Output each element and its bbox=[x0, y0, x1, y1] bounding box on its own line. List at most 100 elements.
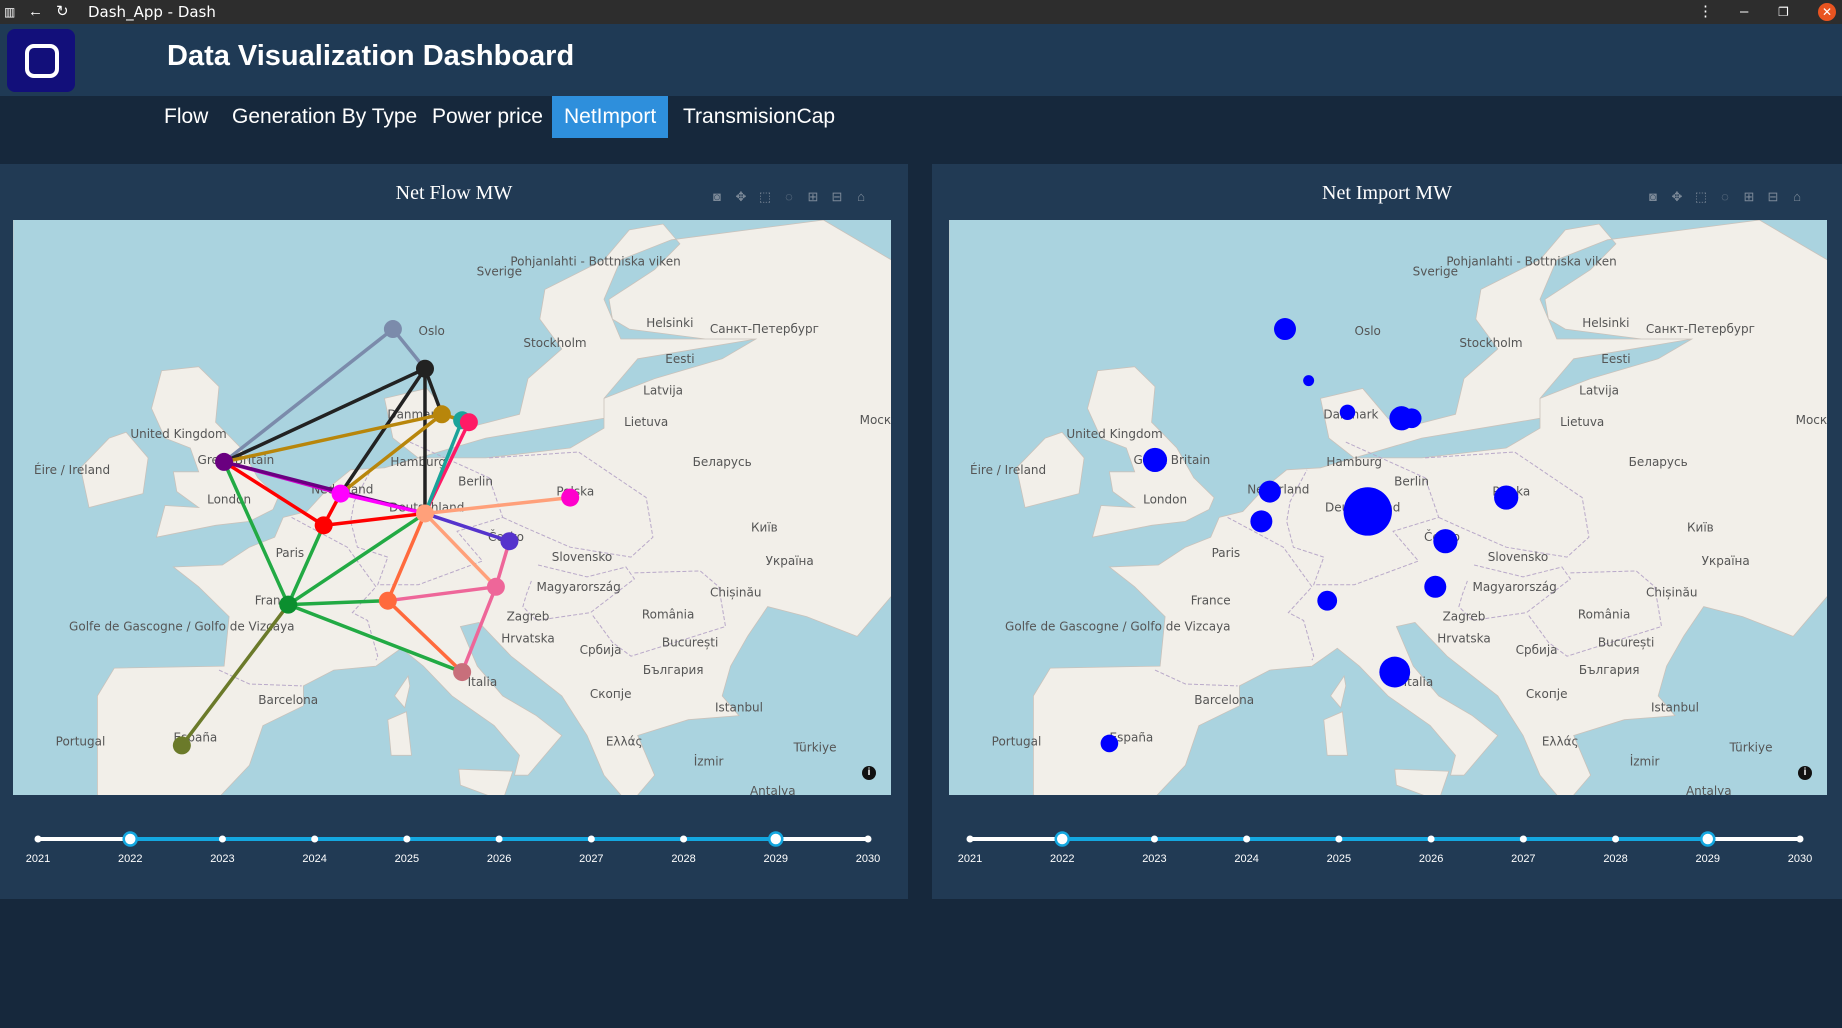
import-bubble[interactable] bbox=[1424, 575, 1447, 598]
map-place-label: Antalya bbox=[1686, 784, 1732, 795]
import-bubble[interactable] bbox=[1250, 510, 1273, 533]
flow-node[interactable] bbox=[486, 577, 505, 596]
flow-node[interactable] bbox=[415, 504, 434, 523]
lasso-icon[interactable]: ◌ bbox=[1714, 188, 1736, 206]
tab-flow[interactable]: Flow bbox=[152, 96, 220, 138]
flow-node[interactable] bbox=[279, 595, 298, 614]
home-icon[interactable]: ⌂ bbox=[850, 188, 872, 206]
year-range-slider[interactable]: 2021 2022 2023 2024 2025 2026 2027 2028 2029 2030 bbox=[952, 824, 1822, 874]
map-place-label: Eesti bbox=[665, 352, 694, 366]
flow-node[interactable] bbox=[415, 359, 434, 378]
flow-node[interactable] bbox=[314, 516, 333, 535]
import-bubble[interactable] bbox=[1317, 590, 1338, 611]
slider-handle[interactable] bbox=[1054, 831, 1070, 847]
tab-power-price[interactable]: Power price bbox=[420, 96, 555, 138]
map-place-label: Київ bbox=[1687, 520, 1714, 534]
info-icon[interactable]: i bbox=[862, 766, 876, 780]
restore-icon[interactable]: ❐ bbox=[1778, 0, 1789, 24]
slider-svg[interactable]: 2021 2022 2023 2024 2025 2026 2027 2028 2029 2030 bbox=[20, 824, 890, 874]
flow-node[interactable] bbox=[172, 736, 191, 755]
kebab-menu-icon[interactable]: ⋮ bbox=[1698, 0, 1713, 24]
map-place-label: Hamburg bbox=[1326, 455, 1382, 469]
camera-icon[interactable]: ◙ bbox=[1642, 188, 1664, 206]
flow-node[interactable] bbox=[561, 488, 580, 507]
zoom-out-icon[interactable]: ⊟ bbox=[826, 188, 848, 206]
map-place-label: United Kingdom bbox=[1066, 427, 1162, 441]
import-bubble[interactable] bbox=[1303, 375, 1315, 387]
tab-netimport[interactable]: NetImport bbox=[552, 96, 669, 138]
zoom-out-icon[interactable]: ⊟ bbox=[1762, 188, 1784, 206]
tab-transmisioncap[interactable]: TransmisionCap bbox=[671, 96, 847, 138]
map-place-label: Chișinău bbox=[1646, 586, 1697, 600]
camera-icon[interactable]: ◙ bbox=[706, 188, 728, 206]
info-icon[interactable]: i bbox=[1798, 766, 1812, 780]
net-import-map[interactable]: Sverige Pohjanlahti - Bottniska viken Oslo… bbox=[949, 220, 1827, 795]
map-place-label: България bbox=[1579, 663, 1640, 677]
zoom-in-icon[interactable]: ⊞ bbox=[802, 188, 824, 206]
reload-icon[interactable]: ↻ bbox=[56, 0, 69, 24]
slider-year-label: 2027 bbox=[1511, 853, 1535, 865]
home-icon[interactable]: ⌂ bbox=[1786, 188, 1808, 206]
import-bubble[interactable] bbox=[1401, 408, 1422, 429]
slider-handle[interactable] bbox=[768, 831, 784, 847]
flow-node[interactable] bbox=[459, 413, 478, 432]
import-bubble[interactable] bbox=[1142, 447, 1168, 473]
slider-dot bbox=[495, 835, 503, 843]
import-bubble[interactable] bbox=[1274, 318, 1297, 341]
slider-handle[interactable] bbox=[1700, 831, 1716, 847]
flow-node[interactable] bbox=[378, 591, 397, 610]
net-import-svg[interactable]: SverigePohjanlahti - Bottniska vikenOslo… bbox=[949, 220, 1827, 795]
import-bubble[interactable] bbox=[1494, 485, 1519, 510]
tab-generation-by-type[interactable]: Generation By Type bbox=[220, 96, 429, 138]
box-select-icon[interactable]: ⬚ bbox=[754, 188, 776, 206]
close-icon[interactable]: ✕ bbox=[1818, 3, 1836, 21]
slider-handle[interactable] bbox=[122, 831, 138, 847]
slider-year-label: 2023 bbox=[1142, 853, 1166, 865]
logo-ring-icon bbox=[25, 44, 59, 78]
map-place-label: Lietuva bbox=[1560, 415, 1604, 429]
map-place-label: Istanbul bbox=[715, 701, 763, 715]
window-titlebar: ▥ ← ↻ Dash_App - Dash ⋮ – ❐ ✕ bbox=[0, 0, 1842, 24]
map-place-label: Україна bbox=[766, 554, 814, 568]
slider-year-label: 2030 bbox=[1788, 853, 1812, 865]
map-place-label: București bbox=[1598, 635, 1654, 649]
slider-year-label: 2026 bbox=[487, 853, 511, 865]
modebar: ◙ ✥ ⬚ ◌ ⊞ ⊟ ⌂ bbox=[1642, 188, 1810, 206]
map-place-label: Helsinki bbox=[1582, 316, 1629, 330]
import-bubble[interactable] bbox=[1339, 404, 1356, 421]
flow-node[interactable] bbox=[331, 484, 350, 503]
flow-node[interactable] bbox=[432, 405, 451, 424]
map-place-label: Oslo bbox=[1355, 324, 1381, 338]
import-bubble[interactable] bbox=[1258, 480, 1281, 503]
map-place-label: Србија bbox=[580, 643, 622, 657]
slider-dot bbox=[680, 835, 688, 843]
import-bubble[interactable] bbox=[1343, 487, 1392, 536]
pan-icon[interactable]: ✥ bbox=[730, 188, 752, 206]
net-flow-svg[interactable]: SverigePohjanlahti - Bottniska vikenOslo… bbox=[13, 220, 891, 795]
slider-year-label: 2021 bbox=[958, 853, 982, 865]
back-arrow-icon[interactable]: ← bbox=[28, 0, 43, 24]
slider-svg[interactable]: 2021 2022 2023 2024 2025 2026 2027 2028 2029 2030 bbox=[952, 824, 1822, 874]
map-place-label: Türkiye bbox=[793, 740, 837, 754]
window-title: Dash_App - Dash bbox=[88, 3, 216, 21]
box-select-icon[interactable]: ⬚ bbox=[1690, 188, 1712, 206]
zoom-in-icon[interactable]: ⊞ bbox=[1738, 188, 1760, 206]
lasso-icon[interactable]: ◌ bbox=[778, 188, 800, 206]
import-bubble[interactable] bbox=[1379, 656, 1411, 688]
slider-year-label: 2021 bbox=[26, 853, 50, 865]
map-place-label: Скопје bbox=[590, 687, 632, 701]
slider-year-label: 2028 bbox=[671, 853, 695, 865]
flow-node[interactable] bbox=[383, 320, 402, 339]
pan-icon[interactable]: ✥ bbox=[1666, 188, 1688, 206]
modebar: ◙ ✥ ⬚ ◌ ⊞ ⊟ ⌂ bbox=[706, 188, 874, 206]
import-bubble[interactable] bbox=[1100, 734, 1119, 753]
flow-node[interactable] bbox=[500, 532, 519, 551]
net-flow-map[interactable]: Sverige Pohjanlahti - Bottniska viken Oslo… bbox=[13, 220, 891, 795]
minimize-icon[interactable]: – bbox=[1740, 0, 1748, 24]
import-bubble[interactable] bbox=[1433, 529, 1458, 554]
map-place-label: Barcelona bbox=[1194, 693, 1254, 707]
year-range-slider[interactable]: 2021 2022 2023 2024 2025 2026 2027 2028 2029 2030 bbox=[20, 824, 890, 874]
flow-node[interactable] bbox=[215, 452, 234, 471]
net-flow-panel: Net Flow MW ◙ ✥ ⬚ ◌ ⊞ ⊟ ⌂ Sverige Pohjanlahti -… bbox=[0, 164, 908, 899]
flow-node[interactable] bbox=[453, 663, 472, 682]
